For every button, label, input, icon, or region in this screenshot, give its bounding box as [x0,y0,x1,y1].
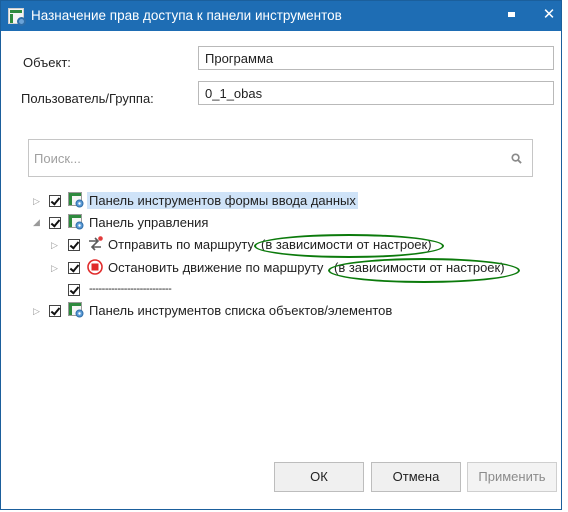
tree-item-label: Панель инструментов формы ввода данных [87,192,358,209]
user-group-field[interactable]: 0_1_obas [198,81,554,105]
checkbox[interactable] [49,195,61,207]
toolbar-settings-icon [68,192,84,208]
minimize-button[interactable] [499,4,523,26]
minimize-icon [508,12,515,17]
search-box[interactable]: Поиск... [28,139,533,177]
tree-item-annotation: (в зависимости от настроек) [334,260,505,275]
expand-arrow-icon[interactable]: ▷ [33,306,43,316]
dialog-window: Назначение прав доступа к панели инструм… [0,0,562,510]
checkbox[interactable] [49,305,61,317]
tree-item-list-toolbar[interactable]: ▷ Панель инструментов списка объектов/эл… [31,301,431,321]
toolbar-settings-icon [68,302,84,318]
collapse-arrow-icon[interactable]: ◢ [33,217,43,227]
tree-item-control-panel[interactable]: ◢ Панель управления [31,213,231,233]
user-group-label: Пользователь/Группа: [21,91,154,106]
expand-arrow-icon[interactable]: ▷ [33,196,43,206]
search-icon[interactable] [511,153,522,164]
apply-button[interactable]: Применить [467,462,557,492]
tree-item-separator[interactable]: -------------------------- [49,281,249,301]
tree-item-label: Панель управления [89,215,209,230]
toolbar-settings-icon [68,214,84,230]
checkbox[interactable] [68,284,80,296]
tree-item-annotation: (в зависимости от настроек) [261,237,432,252]
checkbox[interactable] [68,239,80,251]
tree-item-form-toolbar[interactable]: ▷ Панель инструментов формы ввода данных [31,191,373,211]
expand-arrow-icon[interactable]: ▷ [51,263,61,273]
window-title: Назначение прав доступа к панели инструм… [31,8,342,23]
checkbox[interactable] [49,217,61,229]
separator-label: -------------------------- [89,283,172,295]
stop-route-icon [87,259,103,275]
search-placeholder: Поиск... [34,151,81,166]
title-bar[interactable]: Назначение прав доступа к панели инструм… [1,1,561,31]
cancel-button[interactable]: Отмена [371,462,461,492]
route-send-icon [89,236,103,251]
close-button[interactable]: ✕ [537,4,561,26]
ok-button[interactable]: ОК [274,462,364,492]
expand-arrow-icon[interactable]: ▷ [51,240,61,250]
checkbox[interactable] [68,262,80,274]
tree-item-send-route[interactable]: ▷ Отправить по маршруту (в зависимости о… [49,235,449,255]
tree-item-label: Панель инструментов списка объектов/элем… [89,303,393,318]
object-field[interactable]: Программа [198,46,554,70]
tree-item-stop-route[interactable]: ▷ Остановить движение по маршруту (в зав… [49,258,529,278]
app-icon [8,8,26,26]
tree-item-label: Остановить движение по маршруту [108,260,324,275]
object-label: Объект: [23,55,71,70]
tree-item-label: Отправить по маршруту [108,237,254,252]
